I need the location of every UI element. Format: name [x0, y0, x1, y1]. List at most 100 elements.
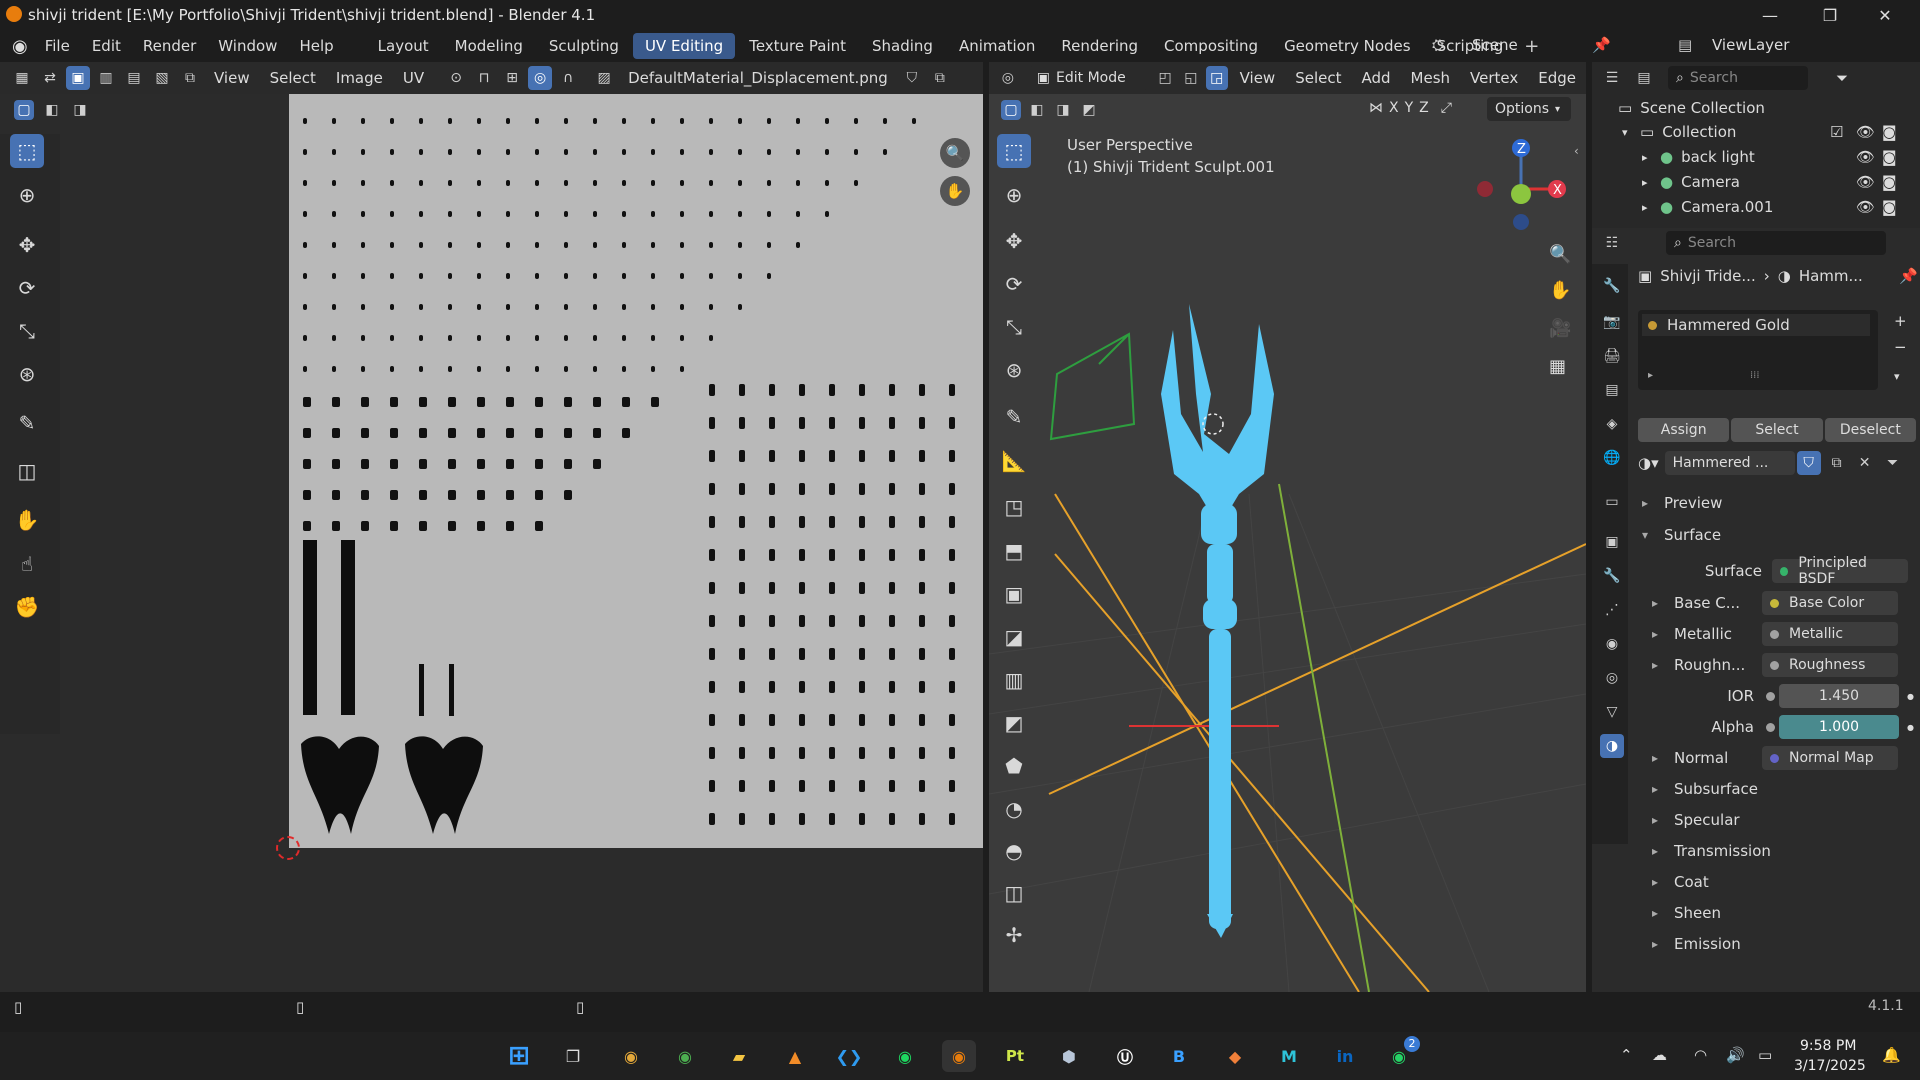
- keyframe-dot-icon[interactable]: ●: [1907, 723, 1914, 732]
- spotify-icon[interactable]: ◉: [888, 1040, 922, 1072]
- battery-icon[interactable]: ▭: [1758, 1046, 1772, 1064]
- expand-chevron-icon[interactable]: ▸: [1642, 201, 1660, 214]
- topology-mirror-icon[interactable]: ⤢: [1441, 100, 1452, 116]
- subpanel-coat[interactable]: ▸ Coat: [1652, 869, 1709, 895]
- tree-item-camera-001[interactable]: ▸ ● Camera.001 👁 ◙: [1642, 195, 1912, 219]
- slot-specials-icon[interactable]: ▾: [1894, 370, 1900, 383]
- fake-user-icon[interactable]: ⛉: [900, 66, 924, 90]
- chrome-icon[interactable]: ◉: [668, 1040, 702, 1072]
- sidebar-toggle-icon[interactable]: ‹: [1574, 144, 1579, 158]
- ior-field[interactable]: 1.450: [1779, 684, 1899, 708]
- outliner-search[interactable]: ⌕ Search: [1668, 66, 1808, 90]
- select-button[interactable]: Select: [1731, 418, 1823, 442]
- eye-icon[interactable]: 👁: [1856, 198, 1875, 216]
- tree-item-camera[interactable]: ▸ ● Camera 👁 ◙: [1642, 170, 1912, 194]
- wifi-icon[interactable]: ◠: [1694, 1046, 1707, 1064]
- filter-icon[interactable]: ⏷: [1836, 69, 1848, 87]
- eye-icon[interactable]: 👁: [1856, 148, 1875, 166]
- edge-slide-tool-icon[interactable]: ◫: [997, 876, 1031, 910]
- snap-icon[interactable]: ⊓: [472, 66, 496, 90]
- deselect-button[interactable]: Deselect: [1824, 418, 1916, 442]
- subpanel-sheen[interactable]: ▸ Sheen: [1652, 900, 1721, 926]
- pinch-tool-icon[interactable]: ✊: [10, 590, 44, 624]
- eye-icon[interactable]: 👁: [1856, 123, 1875, 141]
- pivot-icon[interactable]: ⊙: [444, 66, 468, 90]
- vp-menu-select[interactable]: Select: [1285, 69, 1351, 87]
- data-tab-icon[interactable]: ▽: [1600, 700, 1624, 724]
- expand-chevron-icon[interactable]: ▸: [1652, 751, 1674, 765]
- transform-tool-icon[interactable]: ⊛: [10, 357, 44, 391]
- view-layer-name[interactable]: ViewLayer: [1712, 36, 1789, 54]
- vp-camera-icon[interactable]: 🎥: [1549, 318, 1571, 339]
- poly-build-tool-icon[interactable]: ⬟: [997, 749, 1031, 783]
- properties-search[interactable]: ⌕ Search: [1666, 231, 1886, 255]
- unreal-icon[interactable]: Ⓤ: [1108, 1040, 1142, 1072]
- windows-start-icon[interactable]: ⊞: [502, 1040, 536, 1072]
- tab-rendering[interactable]: Rendering: [1049, 33, 1150, 59]
- bevel-tool-icon[interactable]: ◪: [997, 620, 1031, 654]
- uv-texture-canvas[interactable]: [289, 94, 983, 848]
- material-tab-icon[interactable]: ◑: [1600, 734, 1624, 758]
- fake-user-shield-icon[interactable]: ⛉: [1796, 451, 1821, 475]
- remove-slot-icon[interactable]: −: [1894, 338, 1907, 356]
- rotate-tool-icon[interactable]: ⟳: [10, 271, 44, 305]
- notification-icon[interactable]: 🔔: [1882, 1046, 1901, 1064]
- properties-editor-icon[interactable]: ☷: [1600, 231, 1624, 255]
- base-color-field[interactable]: Base Color: [1762, 591, 1898, 615]
- tab-modeling[interactable]: Modeling: [443, 33, 535, 59]
- expand-chevron-icon[interactable]: ▸: [1652, 658, 1674, 672]
- material-browse-icon[interactable]: ◑▾: [1638, 454, 1659, 472]
- tab-layout[interactable]: Layout: [366, 33, 441, 59]
- edge-select-icon[interactable]: ▥: [94, 66, 118, 90]
- render-tab-icon[interactable]: 📷: [1600, 310, 1624, 334]
- maximize-button[interactable]: ❐: [1805, 0, 1855, 30]
- edge-mode-icon[interactable]: ◱: [1180, 66, 1202, 90]
- vp-select-tool-icon[interactable]: ⬚: [997, 134, 1031, 168]
- material-slot-list[interactable]: Hammered Gold ▸ ⁞⁞⁞: [1638, 310, 1878, 390]
- add-slot-icon[interactable]: +: [1894, 312, 1907, 330]
- menu-window[interactable]: Window: [207, 37, 288, 55]
- output-tab-icon[interactable]: 🖨: [1600, 344, 1624, 368]
- modifier-tab-icon[interactable]: 🔧: [1600, 564, 1624, 588]
- uv-menu-uv[interactable]: UV: [393, 69, 434, 87]
- vp-move-tool-icon[interactable]: ✥: [997, 224, 1031, 258]
- knife-tool-icon[interactable]: ◩: [997, 706, 1031, 740]
- material-filter-icon[interactable]: ⏷: [1881, 451, 1905, 475]
- navigation-gizmo[interactable]: Z X: [1469, 134, 1569, 234]
- outliner-display-icon[interactable]: ▤: [1632, 66, 1656, 90]
- face-mode-icon[interactable]: ◲: [1205, 66, 1228, 90]
- vp-ortho-grid-icon[interactable]: ▦: [1549, 356, 1566, 377]
- vp-annotate-tool-icon[interactable]: ✎: [997, 400, 1031, 434]
- uv-select-subtract-icon[interactable]: ◨: [70, 100, 90, 120]
- render-camera-icon[interactable]: ◙: [1882, 198, 1897, 216]
- new-image-icon[interactable]: ⧉: [928, 66, 952, 90]
- tree-item-back-light[interactable]: ▸ ● back light 👁 ◙: [1642, 145, 1912, 169]
- vp-menu-view[interactable]: View: [1230, 69, 1286, 87]
- material-name-field[interactable]: Hammered ...: [1664, 451, 1795, 475]
- metallic-field[interactable]: Metallic: [1762, 622, 1898, 646]
- expand-chevron-icon[interactable]: ▸: [1652, 596, 1674, 610]
- keyframe-dot-icon[interactable]: ●: [1907, 692, 1914, 701]
- tab-shading[interactable]: Shading: [860, 33, 945, 59]
- subpanel-transmission[interactable]: ▸ Transmission: [1652, 838, 1771, 864]
- steam-app-icon[interactable]: ⬢: [1052, 1040, 1086, 1072]
- vertex-select-icon[interactable]: ▣: [66, 66, 90, 90]
- chrome-alt-icon[interactable]: ◉: [614, 1040, 648, 1072]
- tool-tab-icon[interactable]: 🔧: [1600, 274, 1624, 298]
- add-cube-tool-icon[interactable]: ◳: [997, 490, 1031, 524]
- vp-select-invert-icon[interactable]: ◩: [1079, 100, 1099, 120]
- smooth-tool-icon[interactable]: ◓: [997, 834, 1031, 868]
- constraints-tab-icon[interactable]: ◎: [1600, 666, 1624, 690]
- onedrive-icon[interactable]: ☁: [1652, 1046, 1667, 1064]
- world-tab-icon[interactable]: 🌐: [1600, 446, 1624, 470]
- vp-select-subtract-icon[interactable]: ◨: [1053, 100, 1073, 120]
- expand-chevron-icon[interactable]: ▸: [1642, 151, 1660, 164]
- face-select-icon[interactable]: ▤: [122, 66, 146, 90]
- vp-select-extend-icon[interactable]: ◧: [1027, 100, 1047, 120]
- subpanel-subsurface[interactable]: ▸ Subsurface: [1652, 776, 1758, 802]
- grab-tool-icon[interactable]: ✋: [10, 503, 44, 537]
- blender-taskbar-icon[interactable]: ◉: [942, 1040, 976, 1072]
- substance-painter-icon[interactable]: Pt: [998, 1040, 1032, 1072]
- vp-scale-tool-icon[interactable]: ⤡: [997, 310, 1031, 344]
- editor-type-icon[interactable]: ▦: [10, 66, 34, 90]
